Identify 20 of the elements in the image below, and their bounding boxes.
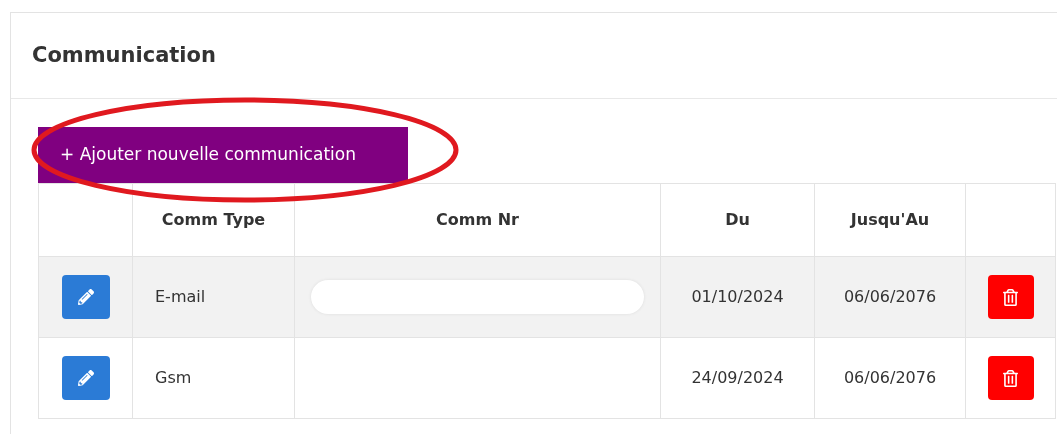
column-header: Du [660,183,815,257]
pencil-icon [77,289,94,305]
table-cell: Gsm [132,337,295,419]
trash-icon [1002,369,1019,387]
delete-button[interactable] [987,275,1034,319]
pencil-icon [77,370,94,386]
table-cell: 24/09/2024 [660,337,815,419]
table-cell: 06/06/2076 [814,337,966,419]
column-header: Jusqu'Au [814,183,966,257]
column-header: Comm Nr [294,183,661,257]
edit-button[interactable] [61,275,110,319]
table-cell: 06/06/2076 [814,256,966,338]
delete-button[interactable] [987,356,1034,400]
trash-icon [1002,288,1019,306]
table-cell: 01/10/2024 [660,256,815,338]
card-title: Communication [32,41,216,69]
column-header: Comm Type [132,183,295,257]
add-communication-button[interactable]: + Ajouter nouvelle communication [38,127,408,183]
edit-button[interactable] [61,356,110,400]
table-cell: E-mail [132,256,295,338]
